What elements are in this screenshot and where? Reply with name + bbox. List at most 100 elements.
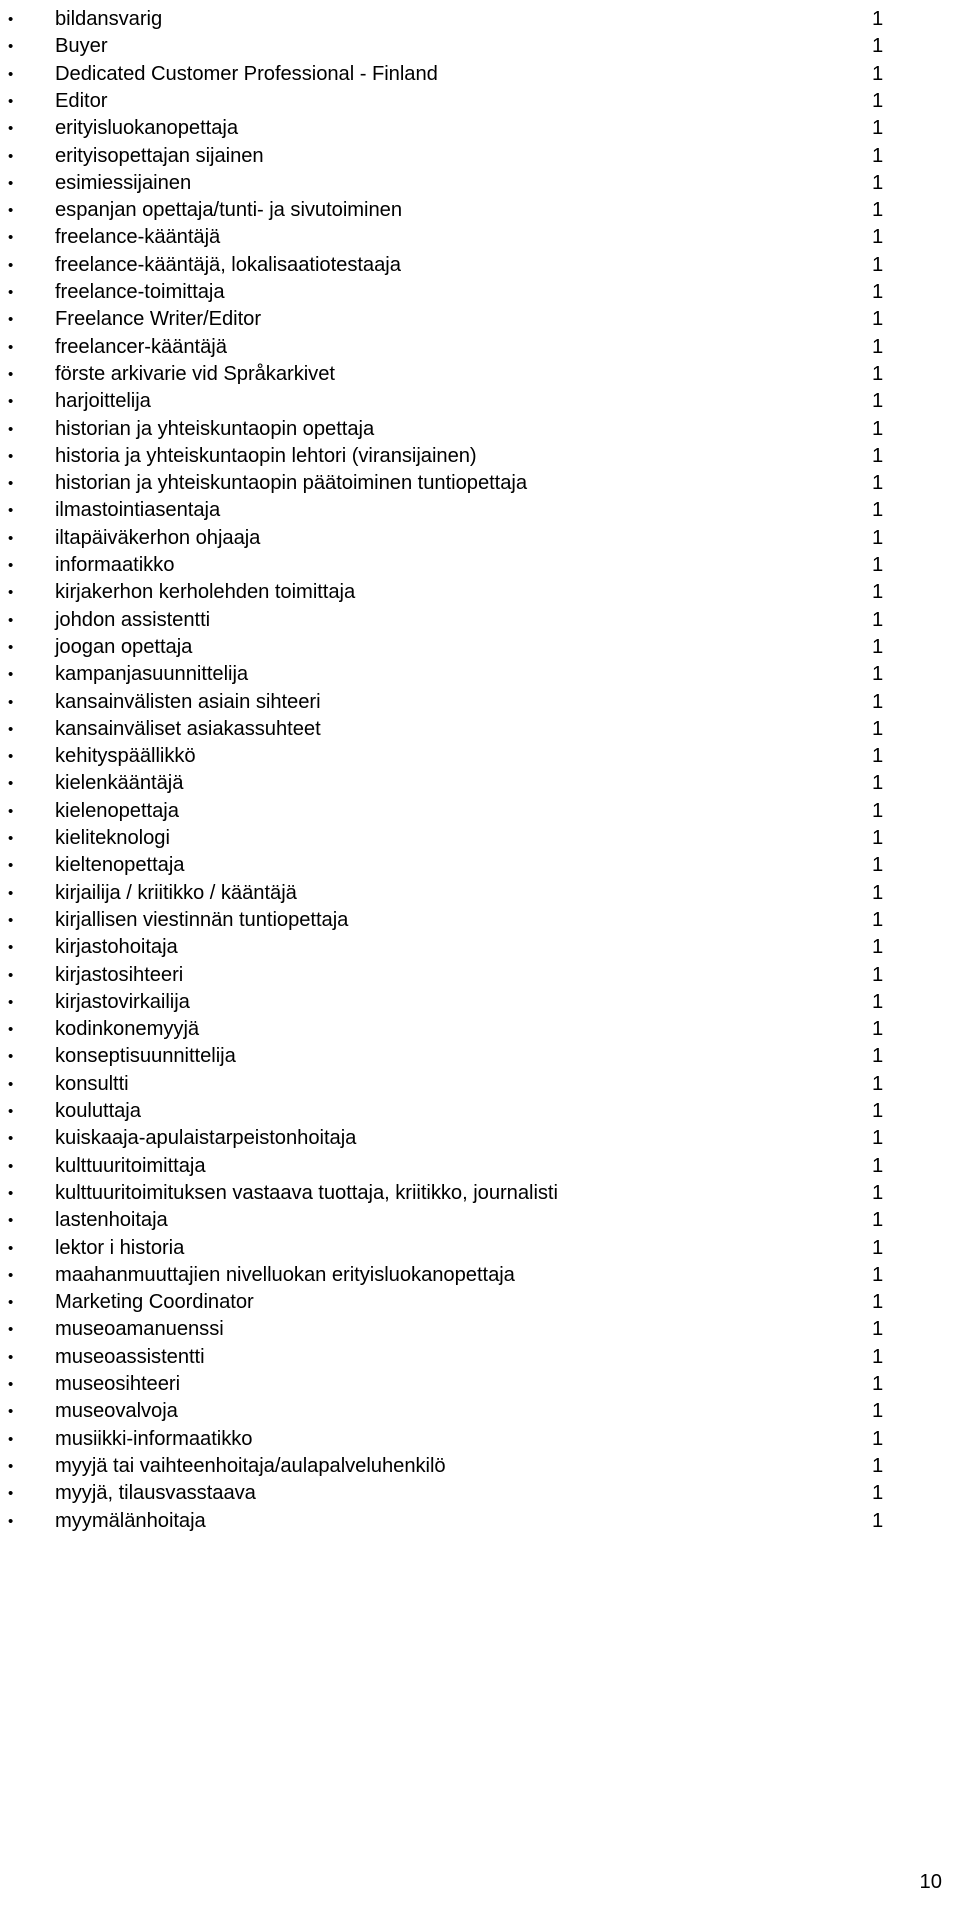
list-item: • lastenhoitaja 1 <box>0 1207 960 1234</box>
list-item: • freelance-toimittaja 1 <box>0 279 960 306</box>
job-title-label: erityisluokanopettaja <box>55 117 238 140</box>
job-title-label: konsultti <box>55 1072 129 1095</box>
job-title-count: 1 <box>872 89 884 112</box>
job-title-count: 1 <box>872 199 884 222</box>
bullet-icon: • <box>8 1130 14 1148</box>
bullet-icon: • <box>8 775 14 793</box>
list-item: • myymälänhoitaja 1 <box>0 1508 960 1535</box>
job-title-label: lastenhoitaja <box>55 1209 168 1232</box>
job-title-label: kulttuuritoimituksen vastaava tuottaja, … <box>55 1181 558 1204</box>
job-title-label: kielenkääntäjä <box>55 772 184 795</box>
job-title-count: 1 <box>872 1345 884 1368</box>
job-title-label: freelance-kääntäjä <box>55 226 221 249</box>
list-item: • konseptisuunnittelija 1 <box>0 1043 960 1070</box>
list-item: • kouluttaja 1 <box>0 1098 960 1125</box>
bullet-icon: • <box>8 1157 14 1175</box>
bullet-icon: • <box>8 11 14 28</box>
job-title-label: kodinkonemyyjä <box>55 1018 200 1041</box>
job-title-label: Freelance Writer/Editor <box>55 308 262 331</box>
job-title-label: kirjallisen viestinnän tuntiopettaja <box>55 908 349 931</box>
list-item: • Dedicated Customer Professional - Finla… <box>0 61 960 88</box>
bullet-icon: • <box>8 1266 14 1284</box>
list-item: • Freelance Writer/Editor 1 <box>0 306 960 333</box>
bullet-icon: • <box>8 1376 14 1393</box>
bullet-icon: • <box>8 311 14 329</box>
job-title-label: myyjä tai vaihteenhoitaja/aulapalveluhen… <box>55 1454 446 1477</box>
document-page: • bildansvarig 1 • Buyer 1 • Dedicated Customer… <box>0 0 960 1915</box>
page-footer: 10 <box>0 1869 960 1896</box>
bullet-icon: • <box>8 174 14 192</box>
bullet-icon: • <box>8 1021 14 1039</box>
job-title-count: 1 <box>872 117 884 140</box>
job-title-count: 1 <box>872 881 884 904</box>
bullet-icon: • <box>8 966 14 984</box>
job-title-label: historian ja yhteiskuntaopin päätoiminen… <box>55 472 528 495</box>
job-title-label: Buyer <box>55 35 108 58</box>
bullet-icon: • <box>8 447 14 465</box>
bullet-icon: • <box>8 502 14 520</box>
job-title-count: 1 <box>872 308 884 331</box>
bullet-icon: • <box>8 393 14 411</box>
bullet-icon: • <box>8 911 14 929</box>
job-title-label: kirjastosihteeri <box>55 963 184 986</box>
list-item: • kansainväliset asiakassuhteet 1 <box>0 716 960 743</box>
bullet-icon: • <box>8 365 14 383</box>
job-title-count: 1 <box>872 745 884 768</box>
job-title-count: 1 <box>872 690 884 713</box>
job-title-count: 1 <box>872 854 884 877</box>
job-title-count: 1 <box>872 8 884 30</box>
list-item: • kirjastosihteeri 1 <box>0 962 960 989</box>
job-title-count: 1 <box>872 1509 884 1532</box>
job-title-count: 1 <box>872 1018 884 1041</box>
job-title-count: 1 <box>872 799 884 822</box>
list-item: • erityisluokanopettaja 1 <box>0 115 960 142</box>
bullet-icon: • <box>8 529 14 547</box>
job-title-count: 1 <box>872 1318 884 1341</box>
job-title-count: 1 <box>872 1154 884 1177</box>
job-title-label: espanjan opettaja/tunti- ja sivutoiminen <box>55 199 403 222</box>
bullet-icon: • <box>8 338 14 356</box>
job-title-label: kirjastovirkailija <box>55 990 190 1013</box>
job-title-label: erityisopettajan sijainen <box>55 144 264 167</box>
list-item: • iltapäiväkerhon ohjaaja 1 <box>0 525 960 552</box>
job-title-count: 1 <box>872 253 884 276</box>
job-title-label: kuiskaaja-apulaistarpeistonhoitaja <box>55 1127 357 1150</box>
job-title-label: kirjakerhon kerholehden toimittaja <box>55 581 356 604</box>
list-item: • kuiskaaja-apulaistarpeistonhoitaja 1 <box>0 1125 960 1152</box>
list-item: • kirjailija / kriitikko / kääntäjä 1 <box>0 880 960 907</box>
bullet-icon: • <box>8 857 14 875</box>
list-item: • maahanmuuttajien nivelluokan erityisluo… <box>0 1262 960 1289</box>
job-title-label: Editor <box>55 89 108 112</box>
bullet-icon: • <box>8 1075 14 1093</box>
job-title-label: esimiessijainen <box>55 171 192 194</box>
list-item: • museovalvoja 1 <box>0 1398 960 1425</box>
bullet-icon: • <box>8 1430 14 1448</box>
bullet-icon: • <box>8 1403 14 1421</box>
list-item: • konsultti 1 <box>0 1071 960 1098</box>
job-title-label: harjoittelija <box>55 390 151 413</box>
list-item: • myyjä, tilausvasstaava 1 <box>0 1480 960 1507</box>
bullet-icon: • <box>8 611 14 629</box>
list-item: • kirjallisen viestinnän tuntiopettaja 1 <box>0 907 960 934</box>
list-item: • kulttuuritoimituksen vastaava tuottaja,… <box>0 1180 960 1207</box>
job-title-label: kielenopettaja <box>55 799 179 822</box>
bullet-icon: • <box>8 584 14 602</box>
bullet-icon: • <box>8 884 14 902</box>
job-title-label: kieliteknologi <box>55 827 170 849</box>
list-item: • ilmastointiasentaja 1 <box>0 497 960 524</box>
bullet-icon: • <box>8 802 14 820</box>
job-title-label: myyjä, tilausvasstaava <box>55 1482 256 1505</box>
bullet-icon: • <box>8 638 14 656</box>
job-title-label: informaatikko <box>55 554 175 576</box>
bullet-icon: • <box>8 1239 14 1257</box>
job-title-count: 1 <box>872 171 884 194</box>
list-item: • Editor 1 <box>0 88 960 115</box>
bullet-icon: • <box>8 748 14 766</box>
list-item: • historian ja yhteiskuntaopin opettaja 1 <box>0 416 960 443</box>
job-title-count: 1 <box>872 1127 884 1150</box>
job-title-label: freelance-toimittaja <box>55 281 225 303</box>
job-title-label: konseptisuunnittelija <box>55 1045 236 1068</box>
job-title-count: 1 <box>872 472 884 495</box>
bullet-icon: • <box>8 1103 14 1120</box>
job-title-count: 1 <box>872 1400 884 1423</box>
